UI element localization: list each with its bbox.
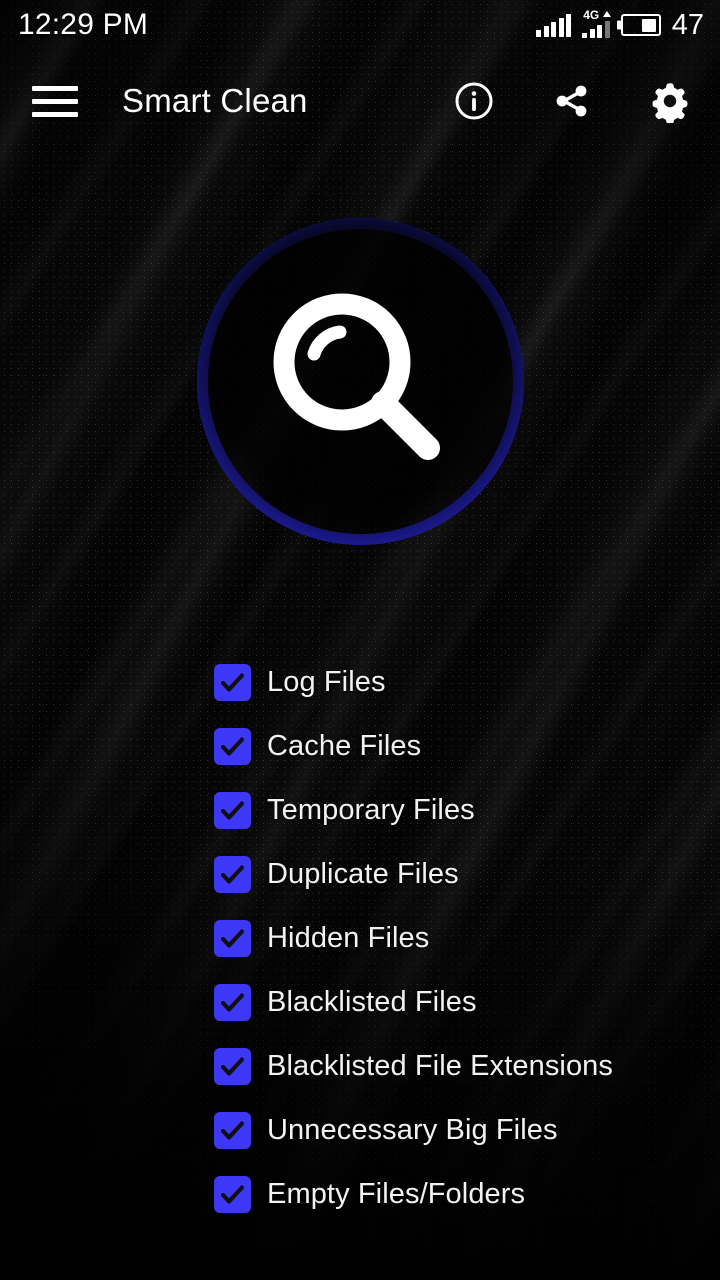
list-item[interactable]: Log Files — [0, 650, 720, 714]
list-item[interactable]: Duplicate Files — [0, 842, 720, 906]
scan-button[interactable] — [197, 218, 524, 545]
page-title: Smart Clean — [122, 82, 308, 119]
checkbox-checked-icon[interactable] — [214, 791, 251, 829]
battery-icon — [620, 14, 661, 36]
list-item[interactable]: Blacklisted File Extensions — [0, 1034, 720, 1098]
data-activity-arrow-icon — [602, 11, 611, 17]
wallpaper-vignette-right — [460, 0, 720, 340]
app-bar-actions — [452, 79, 692, 123]
checkbox-checked-icon[interactable] — [214, 663, 251, 701]
list-item[interactable]: Hidden Files — [0, 906, 720, 970]
list-item[interactable]: Empty Files/Folders — [0, 1162, 720, 1226]
status-indicators: 4G 47 — [536, 8, 704, 41]
list-item-label: Log Files — [267, 665, 386, 698]
checkbox-checked-icon[interactable] — [214, 1111, 251, 1149]
checkbox-checked-icon[interactable] — [214, 983, 251, 1021]
settings-gear-icon[interactable] — [648, 79, 692, 123]
checkbox-checked-icon[interactable] — [214, 1175, 251, 1213]
status-clock: 12:29 PM — [18, 8, 149, 41]
checkbox-checked-icon[interactable] — [214, 919, 251, 957]
magnifier-scan-icon — [273, 293, 440, 460]
list-item-label: Unnecessary Big Files — [267, 1113, 558, 1146]
list-item-label: Duplicate Files — [267, 857, 459, 890]
app-bar: Smart Clean — [0, 58, 720, 144]
list-item[interactable]: Blacklisted Files — [0, 970, 720, 1034]
list-item-label: Empty Files/Folders — [267, 1177, 526, 1210]
checkbox-checked-icon[interactable] — [214, 1047, 251, 1085]
status-bar: 12:29 PM 4G 47 — [0, 0, 720, 50]
scan-options-list: Log Files Cache Files Temporary Files Du… — [0, 650, 720, 1226]
list-item[interactable]: Unnecessary Big Files — [0, 1098, 720, 1162]
list-item-label: Blacklisted Files — [267, 985, 477, 1018]
battery-fill — [641, 18, 657, 32]
app-screen: 12:29 PM 4G 47 Smart Clean Log Files Cac… — [0, 0, 720, 1280]
share-icon[interactable] — [550, 79, 594, 123]
checkbox-checked-icon[interactable] — [214, 855, 251, 893]
list-item-label: Temporary Files — [267, 793, 475, 826]
battery-percent-label: 47 — [671, 8, 704, 41]
info-icon[interactable] — [452, 79, 496, 123]
list-item-label: Hidden Files — [267, 921, 430, 954]
data-signal-bars-icon: 4G — [582, 8, 611, 38]
checkbox-checked-icon[interactable] — [214, 727, 251, 765]
list-item[interactable]: Cache Files — [0, 714, 720, 778]
list-item-label: Blacklisted File Extensions — [267, 1049, 614, 1082]
hamburger-menu-icon[interactable] — [32, 81, 78, 121]
network-type-label: 4G — [583, 8, 600, 22]
list-item-label: Cache Files — [267, 729, 422, 762]
signal-bars-icon — [536, 13, 572, 37]
list-item[interactable]: Temporary Files — [0, 778, 720, 842]
